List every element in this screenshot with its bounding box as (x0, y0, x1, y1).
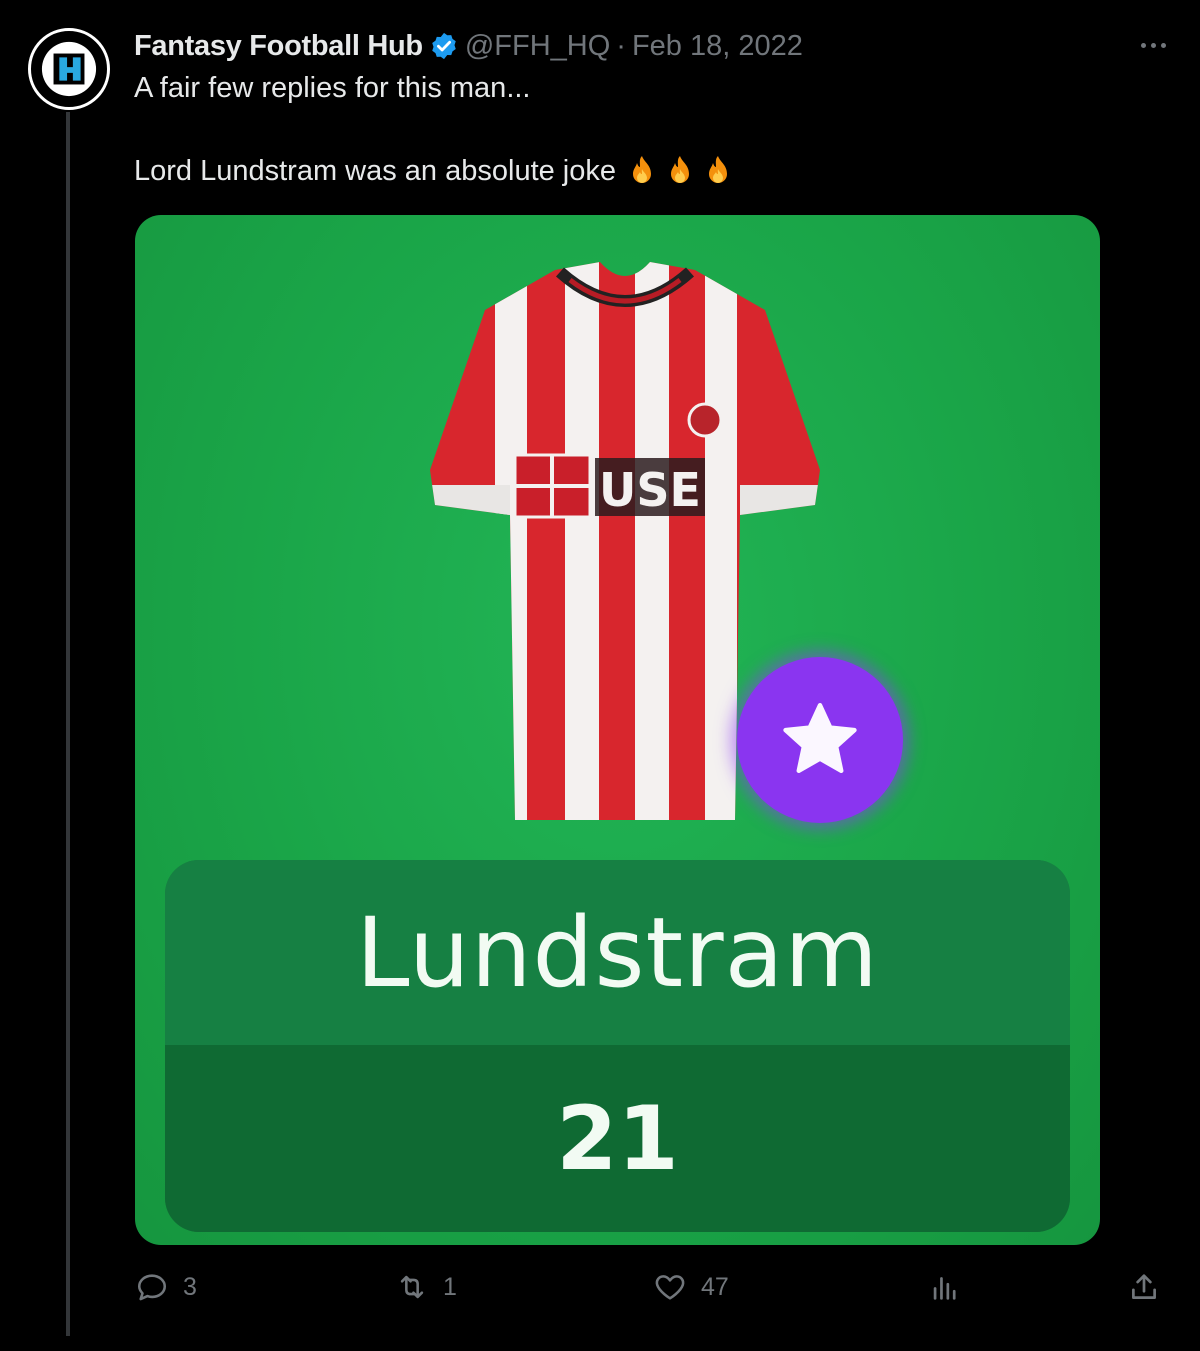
fire-emoji-group (624, 153, 736, 189)
verified-badge-icon (432, 32, 456, 60)
separator-dot: · (616, 29, 626, 62)
tweet-text-line1: A fair few replies for this man... (134, 72, 531, 104)
author-handle[interactable]: @FFH_HQ (465, 30, 610, 63)
player-points: 21 (556, 1087, 679, 1190)
reply-count: 3 (183, 1272, 197, 1301)
repost-button[interactable]: 1 (395, 1270, 457, 1304)
reply-button[interactable]: 3 (135, 1270, 197, 1304)
repost-icon (400, 1275, 424, 1299)
tweet-text-line2: Lord Lundstram was an absolute joke (134, 153, 736, 189)
shirt-sponsor: USE (599, 463, 701, 517)
share-icon (1132, 1274, 1156, 1299)
tweet-actions: 3 1 47 (0, 1270, 1200, 1316)
like-count: 47 (701, 1272, 729, 1301)
tweet-image[interactable]: USE Lundstram 21 (135, 215, 1100, 1245)
player-name: Lundstram (356, 896, 879, 1009)
repost-count: 1 (443, 1272, 457, 1301)
player-name-row: Lundstram (165, 860, 1070, 1045)
fire-icon (633, 156, 652, 183)
ffh-logo-icon (41, 41, 97, 97)
captain-badge (737, 657, 903, 823)
reply-icon (137, 1274, 167, 1301)
avatar[interactable] (28, 28, 110, 110)
author-name[interactable]: Fantasy Football Hub (134, 30, 423, 63)
heart-icon (655, 1275, 685, 1300)
views-button[interactable] (928, 1270, 962, 1304)
fire-icon (709, 156, 728, 183)
player-card: Lundstram 21 (165, 860, 1070, 1232)
like-button[interactable]: 47 (653, 1270, 729, 1304)
tweet-text: Lord Lundstram was an absolute joke (134, 154, 617, 187)
more-options-icon[interactable] (1136, 30, 1170, 60)
share-button[interactable] (1127, 1270, 1161, 1304)
analytics-icon (933, 1277, 956, 1300)
player-points-row: 21 (165, 1045, 1070, 1232)
tweet-header: Fantasy Football Hub @FFH_HQ · Feb 18, 2… (134, 26, 803, 66)
star-icon (783, 702, 857, 773)
thread-line (66, 112, 70, 1336)
fire-icon (671, 156, 690, 183)
tweet-date[interactable]: Feb 18, 2022 (632, 30, 803, 63)
